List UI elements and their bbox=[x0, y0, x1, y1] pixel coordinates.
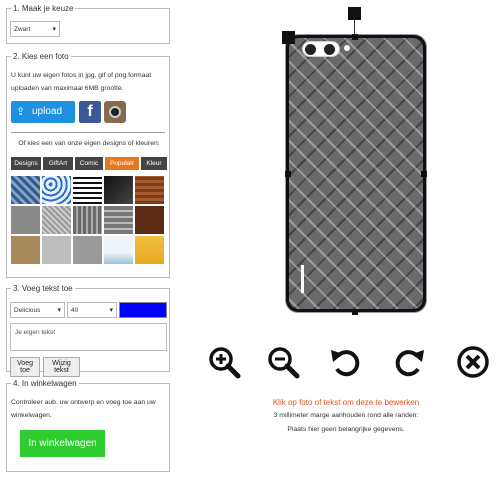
edit-instruction: Klik op foto of tekst om deze te bewerke… bbox=[272, 398, 420, 407]
designs-text: Of kies een van onze eigen designs of kl… bbox=[18, 140, 160, 147]
design-swatch[interactable] bbox=[135, 176, 164, 204]
design-swatch[interactable] bbox=[104, 236, 133, 264]
design-swatch[interactable] bbox=[11, 176, 40, 204]
design-swatch[interactable] bbox=[42, 176, 71, 204]
cart-description: Controleer aub. uw ontwerp en voeg toe a… bbox=[11, 399, 156, 419]
step2-legend: 2. Kies een foto bbox=[11, 52, 71, 61]
upload-description: U kunt uw eigen fotos in jpg, gif of png… bbox=[11, 72, 152, 92]
resize-handle-top[interactable] bbox=[352, 34, 358, 40]
upload-label: upload bbox=[32, 106, 63, 117]
phone-color-select[interactable]: Zwart bbox=[10, 21, 60, 37]
step3-legend: 3. Voeg tekst toe bbox=[11, 284, 75, 293]
step4-panel: 4. In winkelwagen Controleer aub. uw ont… bbox=[6, 379, 170, 472]
font-select[interactable]: Delicious bbox=[10, 302, 65, 318]
upload-icon: ⇪ bbox=[16, 106, 26, 118]
add-to-cart-button[interactable]: In winkelwagen bbox=[20, 430, 105, 457]
facebook-icon[interactable]: f bbox=[79, 101, 101, 123]
placement-instruction: Plaats hier geen belangrijke gegevens. bbox=[287, 426, 405, 433]
tab-giftart[interactable]: GiftArt bbox=[43, 157, 73, 170]
tab-comic[interactable]: Comic bbox=[75, 157, 103, 170]
tab-populair[interactable]: Populair bbox=[105, 157, 139, 170]
step1-panel: 1. Maak je keuze Zwart bbox=[6, 4, 170, 44]
design-swatch[interactable] bbox=[104, 176, 133, 204]
design-tabs: Designs GiftArt Comic Populair Kleur bbox=[11, 157, 167, 170]
design-swatch[interactable] bbox=[135, 236, 164, 264]
camera-flash bbox=[344, 45, 350, 51]
resize-handle-left[interactable] bbox=[285, 171, 291, 177]
design-swatch[interactable] bbox=[135, 206, 164, 234]
margin-instruction: 3 millimeter marge aanhouden rond alle r… bbox=[273, 412, 419, 419]
resize-handle-bottom[interactable] bbox=[352, 309, 358, 315]
design-swatch[interactable] bbox=[73, 176, 102, 204]
custom-text-input[interactable]: Je eigen tekst bbox=[10, 323, 167, 351]
phone-color-value: Zwart bbox=[14, 26, 31, 33]
design-swatch[interactable] bbox=[73, 236, 102, 264]
step2-panel: 2. Kies een foto U kunt uw eigen fotos i… bbox=[6, 52, 170, 278]
tab-kleur[interactable]: Kleur bbox=[141, 157, 167, 170]
design-swatch[interactable] bbox=[11, 206, 40, 234]
phone-logo bbox=[301, 265, 304, 293]
phone-case-design[interactable] bbox=[289, 38, 423, 309]
delete-icon[interactable] bbox=[456, 345, 490, 379]
instagram-icon[interactable] bbox=[104, 101, 126, 123]
font-size-value: 40 bbox=[71, 307, 79, 314]
add-text-button[interactable]: Voeg toe bbox=[10, 357, 40, 377]
step1-legend: 1. Maak je keuze bbox=[11, 4, 76, 13]
zoom-in-icon[interactable] bbox=[207, 345, 241, 379]
design-swatch[interactable] bbox=[42, 236, 71, 264]
upload-button[interactable]: ⇪ upload bbox=[11, 101, 75, 123]
custom-text-placeholder: Je eigen tekst bbox=[15, 329, 56, 336]
rotate-handle[interactable] bbox=[348, 7, 361, 20]
design-swatch[interactable] bbox=[73, 206, 102, 234]
font-size-select[interactable]: 40 bbox=[67, 302, 117, 318]
font-value: Delicious bbox=[14, 307, 41, 314]
edit-text-button[interactable]: Wijzig tekst bbox=[43, 357, 80, 377]
resize-handle-top-left[interactable] bbox=[282, 31, 295, 44]
resize-handle-right[interactable] bbox=[421, 171, 427, 177]
rotate-right-icon[interactable] bbox=[392, 345, 426, 379]
camera-module bbox=[302, 41, 340, 57]
step4-legend: 4. In winkelwagen bbox=[11, 379, 79, 388]
tab-designs[interactable]: Designs bbox=[11, 157, 41, 170]
phone-preview[interactable] bbox=[286, 35, 426, 312]
design-swatch[interactable] bbox=[104, 206, 133, 234]
divider bbox=[11, 132, 165, 133]
rotate-left-icon[interactable] bbox=[329, 345, 363, 379]
design-swatch[interactable] bbox=[42, 206, 71, 234]
design-swatch[interactable] bbox=[11, 236, 40, 264]
text-color-picker[interactable] bbox=[119, 302, 167, 318]
step3-panel: 3. Voeg tekst toe Delicious 40 Je eigen … bbox=[6, 284, 170, 377]
zoom-out-icon[interactable] bbox=[266, 345, 300, 379]
